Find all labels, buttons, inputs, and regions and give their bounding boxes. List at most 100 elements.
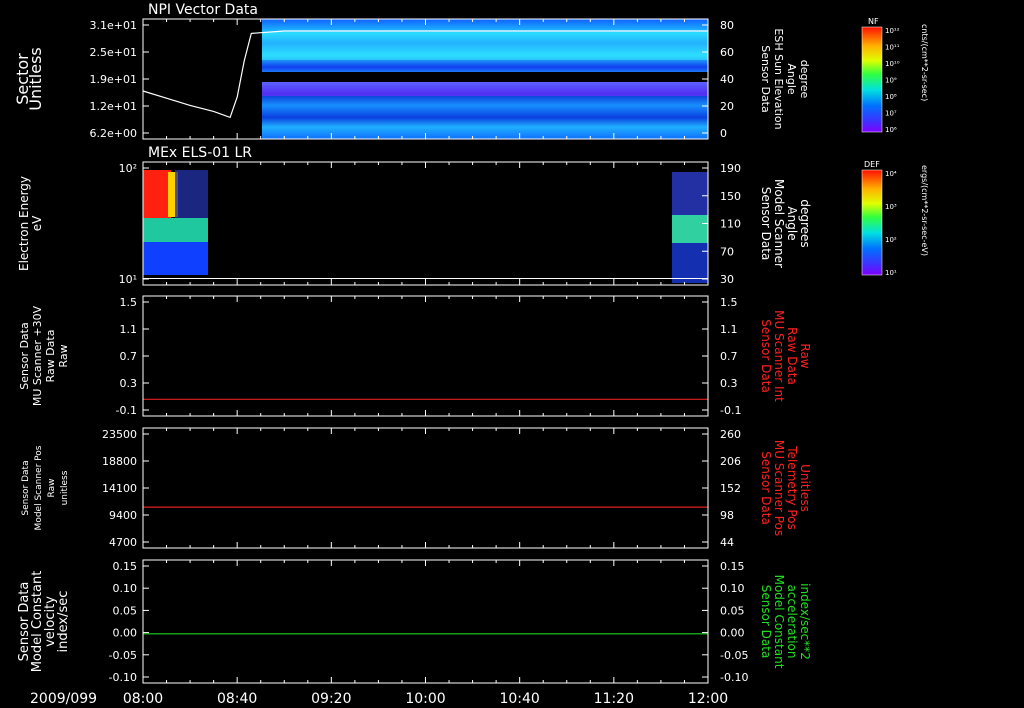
time-tick-label: 09:20 — [311, 691, 351, 707]
y-tick-label-left: -0.10 — [109, 671, 137, 684]
colorbar-tick-label: 10⁹ — [885, 77, 897, 85]
y-axis-label-right: acceleration — [785, 585, 799, 659]
time-axis: 2009/099 08:00 08:40 09:20 10:00 10:40 11:20 1… — [30, 691, 728, 707]
panel-scanner-pos-frame — [142, 427, 709, 549]
y-axis-label-left: Raw Data — [44, 330, 57, 383]
panel-mu-30v: 1.5 1.1 0.7 0.3 -0.1 1.5 1.1 0.7 0.3 -0.1 — [116, 295, 741, 417]
y-axis-label-right: Raw — [798, 343, 812, 368]
npi-purple-band — [262, 82, 708, 96]
y-tick-label-left: 2.5e+01 — [90, 46, 137, 59]
y-axis-label-right: Sensor Data — [759, 319, 773, 393]
y-axis-label-left: MU Scanner +30V — [31, 305, 44, 406]
time-axis-date: 2009/099 — [30, 691, 97, 707]
colorbar-tick-label: 10¹ — [885, 269, 897, 277]
y-axis-label-left: Unitless — [26, 47, 45, 111]
y-axis-label-right: Unitless — [798, 464, 812, 512]
colorbar-tick-label: 10² — [885, 236, 897, 244]
y-axis-label-right: ESH Sun Elevation — [772, 28, 785, 129]
y-tick-label-left: -0.05 — [109, 649, 137, 662]
els-blue-right-low — [672, 243, 708, 283]
y-axis-label-right: degrees — [798, 199, 812, 247]
y-tick-label-left: 14100 — [102, 482, 137, 495]
y-tick-label-left: 0.3 — [120, 377, 138, 390]
y-tick-label-left: 1.1 — [120, 323, 138, 336]
y-axis-label-left: Raw — [57, 344, 70, 367]
els-blue-left — [143, 242, 208, 275]
colorbar-tick-label: 10⁶ — [885, 126, 897, 134]
y-tick-label-right: 0.00 — [720, 627, 745, 640]
time-tick-label: 10:00 — [405, 691, 445, 707]
y-axis-label-left: unitless — [60, 470, 70, 505]
colorbar-tick-label: 10¹² — [885, 27, 900, 35]
time-tick-label: 11:20 — [594, 691, 634, 707]
y-tick-label-right: -0.05 — [720, 649, 748, 662]
els-blue-right — [672, 172, 708, 215]
time-tick-label: 12:00 — [688, 691, 728, 707]
y-axis-label-right: Model Scanner — [772, 179, 786, 268]
panel-mu-30v-frame — [142, 295, 709, 417]
y-tick-label-left: 0.10 — [113, 582, 138, 595]
y-axis-label-right: Model Constant — [772, 575, 786, 669]
y-tick-label-right: -0.1 — [720, 404, 741, 417]
chart-stage: NPI Vector Data 3.1e+01 2.5e+01 1.9e+01 1.2… — [13, 2, 929, 707]
y-tick-label-right: 0.10 — [720, 582, 745, 595]
y-axis-label-right: Sensor Data — [759, 585, 773, 659]
y-tick-label-left: 23500 — [102, 428, 137, 441]
y-tick-label-right: -0.10 — [720, 671, 748, 684]
y-tick-label-left: 0.7 — [120, 350, 138, 363]
y-axis-label-right: Raw Data — [785, 327, 799, 385]
colorbar-nf-label: NF — [868, 17, 879, 26]
y-axis-label-right: Sensor Data — [759, 45, 772, 112]
y-tick-label-left: 18800 — [102, 455, 137, 468]
y-tick-label-right: 44 — [720, 536, 734, 549]
panel-els: MEx ELS-01 LR 10² 10¹ 190 150 110 70 30 — [119, 145, 741, 286]
colorbar-def-ticks: 10⁴ 10³ 10² 10¹ — [885, 170, 897, 277]
panel-npi: NPI Vector Data 3.1e+01 2.5e+01 1.9e+01 1.2… — [90, 2, 734, 140]
y-tick-label-left: 0.05 — [113, 604, 138, 617]
y-tick-label-left: -0.1 — [116, 404, 137, 417]
y-axis-label-left: Electron Energy — [17, 176, 31, 271]
y-axis-label-right: degree — [798, 60, 811, 99]
els-green-band-right — [672, 215, 708, 243]
y-tick-label-right: 1.1 — [720, 323, 738, 336]
y-tick-label-left: 6.2e+00 — [90, 127, 137, 140]
colorbar-tick-label: 10⁸ — [885, 93, 897, 101]
y-tick-label-right: 0.7 — [720, 350, 738, 363]
y-axis-label-right: Angle — [785, 206, 799, 240]
y-tick-label-right: 0.15 — [720, 560, 745, 573]
y-axis-label-right: Sensor Data — [759, 451, 773, 525]
time-tick-label: 08:00 — [123, 691, 163, 707]
y-axis-label-left: Sensor Data — [18, 322, 31, 389]
y-tick-label-right: 0 — [720, 127, 727, 140]
panel-constant-frame — [142, 559, 709, 684]
y-tick-label-right: 0.05 — [720, 604, 745, 617]
y-axis-label-left: index/sec — [56, 591, 71, 653]
colorbar-tick-label: 10¹⁰ — [885, 60, 900, 68]
y-tick-label-right: 98 — [720, 509, 734, 522]
colorbar-tick-label: 10⁷ — [885, 110, 897, 118]
y-axis-label-left: eV — [30, 215, 44, 231]
colorbar-nf-ticks: 10¹² 10¹¹ 10¹⁰ 10⁹ 10⁸ 10⁷ 10⁶ — [885, 27, 900, 134]
y-tick-label-right: 40 — [720, 73, 734, 86]
time-tick-label: 08:40 — [217, 691, 257, 707]
colorbar-tick-label: 10³ — [885, 203, 897, 211]
panel-els-title: MEx ELS-01 LR — [148, 145, 252, 161]
y-tick-label-right: 150 — [720, 190, 741, 203]
time-tick-label: 10:40 — [499, 691, 539, 707]
y-tick-label-left: 0.00 — [113, 627, 138, 640]
y-axis-label-right: Angle — [785, 63, 798, 95]
y-tick-label-left: 10² — [119, 162, 137, 175]
colorbar-tick-label: 10¹¹ — [885, 44, 900, 52]
y-tick-label-left: 1.2e+01 — [90, 100, 137, 113]
els-red-blob — [143, 170, 171, 218]
y-tick-label-right: 152 — [720, 482, 741, 495]
y-tick-label-right: 260 — [720, 428, 741, 441]
els-green-band-left — [143, 218, 208, 242]
colorbar-tick-label: 10⁴ — [885, 170, 897, 178]
y-tick-label-right: 20 — [720, 100, 734, 113]
y-tick-label-left: 3.1e+01 — [90, 19, 137, 32]
colorbar-nf: NF 10¹² 10¹¹ 10¹⁰ 10⁹ 10⁸ 10⁷ 10⁶ cnts/(cm**2-… — [861, 17, 929, 134]
y-tick-label-right: 70 — [720, 245, 734, 258]
y-tick-label-left: 4700 — [109, 536, 137, 549]
y-tick-label-left: 9400 — [109, 509, 137, 522]
